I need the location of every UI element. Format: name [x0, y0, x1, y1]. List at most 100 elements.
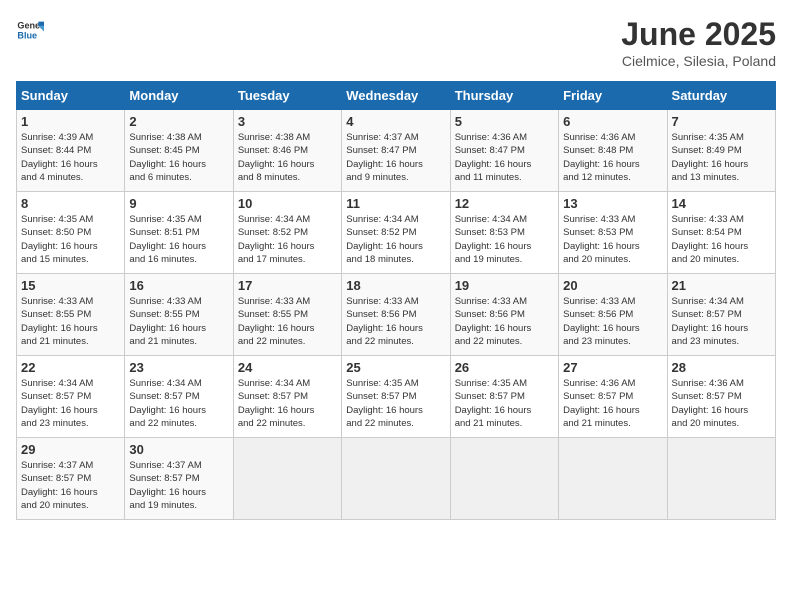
col-sunday: Sunday	[17, 82, 125, 110]
day-info: Sunrise: 4:35 AMSunset: 8:51 PMDaylight:…	[129, 213, 228, 266]
day-number: 14	[672, 196, 771, 211]
table-row: 23Sunrise: 4:34 AMSunset: 8:57 PMDayligh…	[125, 356, 233, 438]
day-info: Sunrise: 4:33 AMSunset: 8:55 PMDaylight:…	[129, 295, 228, 348]
day-number: 4	[346, 114, 445, 129]
day-info: Sunrise: 4:34 AMSunset: 8:52 PMDaylight:…	[238, 213, 337, 266]
day-info: Sunrise: 4:35 AMSunset: 8:50 PMDaylight:…	[21, 213, 120, 266]
table-row: 14 Sunrise: 4:33 AMSunset: 8:54 PMDayligh…	[667, 192, 775, 274]
table-row: 29 Sunrise: 4:37 AMSunset: 8:57 PMDayligh…	[17, 438, 125, 520]
col-tuesday: Tuesday	[233, 82, 341, 110]
calendar-row: 1 Sunrise: 4:39 AMSunset: 8:44 PMDaylight…	[17, 110, 776, 192]
logo-icon: General Blue	[16, 16, 44, 44]
col-thursday: Thursday	[450, 82, 558, 110]
svg-text:Blue: Blue	[17, 30, 37, 40]
day-number: 13	[563, 196, 662, 211]
calendar-table: Sunday Monday Tuesday Wednesday Thursday…	[16, 81, 776, 520]
day-number: 7	[672, 114, 771, 129]
calendar-row: 8 Sunrise: 4:35 AMSunset: 8:50 PMDaylight…	[17, 192, 776, 274]
table-row: 1 Sunrise: 4:39 AMSunset: 8:44 PMDaylight…	[17, 110, 125, 192]
day-number: 11	[346, 196, 445, 211]
day-number: 3	[238, 114, 337, 129]
table-row: 5 Sunrise: 4:36 AMSunset: 8:47 PMDaylight…	[450, 110, 558, 192]
day-number: 1	[21, 114, 120, 129]
day-number: 20	[563, 278, 662, 293]
day-info: Sunrise: 4:33 AMSunset: 8:54 PMDaylight:…	[672, 213, 771, 266]
table-row	[667, 438, 775, 520]
table-row: 20Sunrise: 4:33 AMSunset: 8:56 PMDayligh…	[559, 274, 667, 356]
col-monday: Monday	[125, 82, 233, 110]
day-info: Sunrise: 4:37 AMSunset: 8:47 PMDaylight:…	[346, 131, 445, 184]
day-number: 25	[346, 360, 445, 375]
table-row: 9 Sunrise: 4:35 AMSunset: 8:51 PMDaylight…	[125, 192, 233, 274]
table-row: 24Sunrise: 4:34 AMSunset: 8:57 PMDayligh…	[233, 356, 341, 438]
day-info: Sunrise: 4:38 AMSunset: 8:46 PMDaylight:…	[238, 131, 337, 184]
day-info: Sunrise: 4:36 AMSunset: 8:47 PMDaylight:…	[455, 131, 554, 184]
calendar-row: 29 Sunrise: 4:37 AMSunset: 8:57 PMDayligh…	[17, 438, 776, 520]
table-row: 8 Sunrise: 4:35 AMSunset: 8:50 PMDaylight…	[17, 192, 125, 274]
table-row: 19Sunrise: 4:33 AMSunset: 8:56 PMDayligh…	[450, 274, 558, 356]
day-info: Sunrise: 4:34 AMSunset: 8:57 PMDaylight:…	[672, 295, 771, 348]
day-info: Sunrise: 4:38 AMSunset: 8:45 PMDaylight:…	[129, 131, 228, 184]
logo: General Blue	[16, 16, 44, 44]
day-number: 28	[672, 360, 771, 375]
calendar-header-row: Sunday Monday Tuesday Wednesday Thursday…	[17, 82, 776, 110]
day-info: Sunrise: 4:34 AMSunset: 8:57 PMDaylight:…	[21, 377, 120, 430]
day-number: 17	[238, 278, 337, 293]
day-info: Sunrise: 4:36 AMSunset: 8:57 PMDaylight:…	[672, 377, 771, 430]
day-number: 5	[455, 114, 554, 129]
table-row	[342, 438, 450, 520]
table-row: 13 Sunrise: 4:33 AMSunset: 8:53 PMDayligh…	[559, 192, 667, 274]
day-number: 12	[455, 196, 554, 211]
table-row: 7 Sunrise: 4:35 AMSunset: 8:49 PMDaylight…	[667, 110, 775, 192]
day-info: Sunrise: 4:35 AMSunset: 8:57 PMDaylight:…	[346, 377, 445, 430]
table-row: 22 Sunrise: 4:34 AMSunset: 8:57 PMDayligh…	[17, 356, 125, 438]
table-row: 18Sunrise: 4:33 AMSunset: 8:56 PMDayligh…	[342, 274, 450, 356]
month-title: June 2025	[621, 16, 776, 53]
col-saturday: Saturday	[667, 82, 775, 110]
day-info: Sunrise: 4:35 AMSunset: 8:49 PMDaylight:…	[672, 131, 771, 184]
day-info: Sunrise: 4:39 AMSunset: 8:44 PMDaylight:…	[21, 131, 120, 184]
table-row: 2 Sunrise: 4:38 AMSunset: 8:45 PMDaylight…	[125, 110, 233, 192]
table-row: 17 Sunrise: 4:33 AMSunset: 8:55 PMDayligh…	[233, 274, 341, 356]
day-number: 2	[129, 114, 228, 129]
calendar-row: 15 Sunrise: 4:33 AMSunset: 8:55 PMDayligh…	[17, 274, 776, 356]
table-row: 3 Sunrise: 4:38 AMSunset: 8:46 PMDaylight…	[233, 110, 341, 192]
day-info: Sunrise: 4:33 AMSunset: 8:53 PMDaylight:…	[563, 213, 662, 266]
table-row: 26Sunrise: 4:35 AMSunset: 8:57 PMDayligh…	[450, 356, 558, 438]
table-row: 11Sunrise: 4:34 AMSunset: 8:52 PMDayligh…	[342, 192, 450, 274]
day-number: 6	[563, 114, 662, 129]
day-number: 24	[238, 360, 337, 375]
day-info: Sunrise: 4:36 AMSunset: 8:48 PMDaylight:…	[563, 131, 662, 184]
table-row: 30 Sunrise: 4:37 AMSunset: 8:57 PMDayligh…	[125, 438, 233, 520]
title-block: June 2025 Cielmice, Silesia, Poland	[621, 16, 776, 69]
table-row: 15 Sunrise: 4:33 AMSunset: 8:55 PMDayligh…	[17, 274, 125, 356]
table-row: 12 Sunrise: 4:34 AMSunset: 8:53 PMDayligh…	[450, 192, 558, 274]
table-row	[450, 438, 558, 520]
day-number: 23	[129, 360, 228, 375]
day-info: Sunrise: 4:36 AMSunset: 8:57 PMDaylight:…	[563, 377, 662, 430]
day-number: 30	[129, 442, 228, 457]
table-row: 4 Sunrise: 4:37 AMSunset: 8:47 PMDaylight…	[342, 110, 450, 192]
day-info: Sunrise: 4:37 AMSunset: 8:57 PMDaylight:…	[129, 459, 228, 512]
table-row: 10Sunrise: 4:34 AMSunset: 8:52 PMDayligh…	[233, 192, 341, 274]
location-label: Cielmice, Silesia, Poland	[621, 53, 776, 69]
table-row: 28 Sunrise: 4:36 AMSunset: 8:57 PMDayligh…	[667, 356, 775, 438]
day-number: 29	[21, 442, 120, 457]
table-row: 21Sunrise: 4:34 AMSunset: 8:57 PMDayligh…	[667, 274, 775, 356]
day-info: Sunrise: 4:34 AMSunset: 8:53 PMDaylight:…	[455, 213, 554, 266]
day-number: 9	[129, 196, 228, 211]
day-number: 26	[455, 360, 554, 375]
table-row	[559, 438, 667, 520]
day-info: Sunrise: 4:33 AMSunset: 8:55 PMDaylight:…	[238, 295, 337, 348]
day-info: Sunrise: 4:37 AMSunset: 8:57 PMDaylight:…	[21, 459, 120, 512]
table-row: 25 Sunrise: 4:35 AMSunset: 8:57 PMDayligh…	[342, 356, 450, 438]
day-info: Sunrise: 4:33 AMSunset: 8:55 PMDaylight:…	[21, 295, 120, 348]
day-number: 22	[21, 360, 120, 375]
day-number: 8	[21, 196, 120, 211]
day-number: 27	[563, 360, 662, 375]
day-info: Sunrise: 4:33 AMSunset: 8:56 PMDaylight:…	[346, 295, 445, 348]
table-row: 27 Sunrise: 4:36 AMSunset: 8:57 PMDayligh…	[559, 356, 667, 438]
day-info: Sunrise: 4:33 AMSunset: 8:56 PMDaylight:…	[455, 295, 554, 348]
col-friday: Friday	[559, 82, 667, 110]
day-number: 15	[21, 278, 120, 293]
